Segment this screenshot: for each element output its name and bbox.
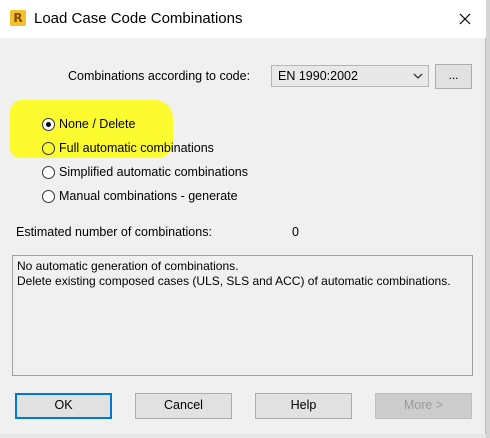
help-button[interactable]: Help bbox=[255, 393, 352, 419]
radio-button[interactable] bbox=[42, 117, 55, 131]
radio-full-automatic[interactable]: Full automatic combinations bbox=[42, 139, 214, 157]
revit-icon: R bbox=[10, 10, 26, 26]
radio-label: None / Delete bbox=[59, 117, 136, 131]
description-line: Delete existing composed cases (ULS, SLS… bbox=[17, 274, 451, 288]
chevron-down-icon bbox=[413, 73, 423, 79]
dialog-title: Load Case Code Combinations bbox=[34, 10, 243, 27]
code-label: Combinations according to code: bbox=[68, 69, 251, 83]
description-line: No automatic generation of combinations. bbox=[17, 259, 239, 273]
radio-label: Manual combinations - generate bbox=[59, 189, 238, 203]
close-icon bbox=[459, 13, 471, 25]
radio-button[interactable] bbox=[42, 165, 55, 179]
dialog-window: R Load Case Code Combinations Combinatio… bbox=[0, 0, 486, 438]
ok-button[interactable]: OK bbox=[15, 393, 112, 419]
background-window-edge bbox=[486, 0, 490, 438]
radio-button[interactable] bbox=[42, 189, 55, 203]
radio-label: Full automatic combinations bbox=[59, 141, 214, 155]
code-select-value: EN 1990:2002 bbox=[278, 69, 358, 83]
bottom-edge bbox=[0, 434, 486, 438]
radio-simplified-automatic[interactable]: Simplified automatic combinations bbox=[42, 163, 248, 181]
more-button[interactable]: More > bbox=[375, 393, 472, 419]
estimate-label: Estimated number of combinations: bbox=[16, 225, 212, 239]
radio-none-delete[interactable]: None / Delete bbox=[42, 115, 135, 133]
estimate-value: 0 bbox=[292, 225, 299, 239]
radio-manual-generate[interactable]: Manual combinations - generate bbox=[42, 187, 238, 205]
cancel-button[interactable]: Cancel bbox=[135, 393, 232, 419]
title-bar: R Load Case Code Combinations bbox=[0, 0, 486, 38]
code-browse-button[interactable]: ... bbox=[435, 64, 472, 89]
radio-label: Simplified automatic combinations bbox=[59, 165, 248, 179]
radio-button[interactable] bbox=[42, 141, 55, 155]
code-select[interactable]: EN 1990:2002 bbox=[271, 65, 429, 87]
description-box: No automatic generation of combinations.… bbox=[12, 255, 473, 376]
close-button[interactable] bbox=[447, 4, 483, 34]
